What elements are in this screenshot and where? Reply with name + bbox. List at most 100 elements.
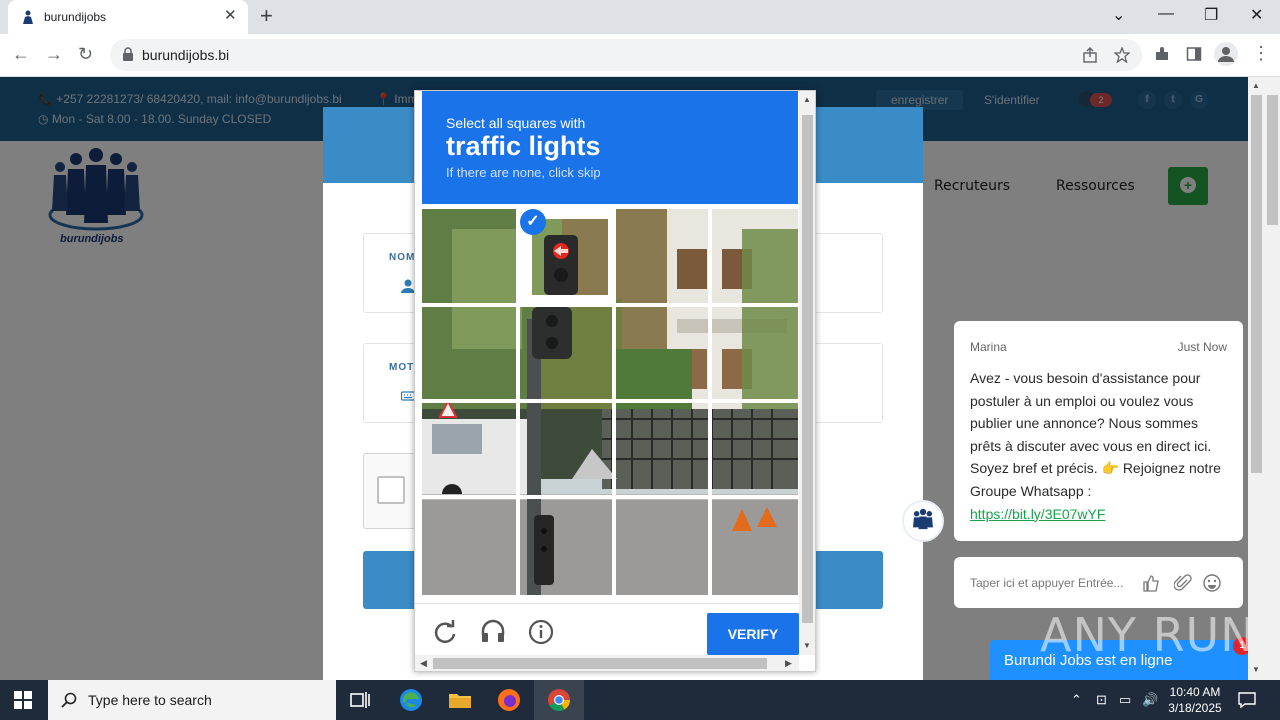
chrome-icon	[548, 689, 570, 711]
traffic-light-image	[532, 219, 608, 295]
reload-icon[interactable]: ↻	[78, 44, 93, 65]
file-explorer-icon[interactable]	[446, 686, 474, 714]
back-icon[interactable]: ←	[12, 44, 30, 65]
system-clock[interactable]: 10:40 AM 3/18/2025	[1160, 684, 1230, 716]
side-panel-icon[interactable]	[1186, 46, 1202, 62]
chat-message-bubble: Marina Just Now Avez - vous besoin d'ass…	[954, 321, 1243, 541]
captcha-tile-3[interactable]	[616, 209, 708, 303]
captcha-tile-14[interactable]	[520, 499, 612, 593]
clock-time: 10:40 AM	[1169, 685, 1221, 699]
search-icon	[61, 692, 77, 708]
edge-browser-icon[interactable]	[397, 686, 425, 714]
keyboard-icon	[401, 391, 415, 401]
name-field-label: NOM	[389, 252, 416, 263]
captcha-tile-7[interactable]	[616, 307, 708, 401]
chat-agent-avatar	[902, 500, 944, 542]
chat-input-box[interactable]: Taper ici et appuyer Entrée...	[954, 557, 1243, 608]
thumbs-up-icon[interactable]	[1142, 574, 1160, 592]
firefox-icon[interactable]	[495, 686, 523, 714]
minimize-icon[interactable]: —	[1158, 5, 1174, 23]
chat-input-placeholder: Taper ici et appuyer Entrée...	[970, 576, 1124, 590]
scroll-up-icon[interactable]: ▲	[1252, 81, 1260, 90]
captcha-tile-4[interactable]	[712, 209, 798, 303]
captcha-horizontal-scrollbar[interactable]: ◀ ▶	[415, 655, 799, 671]
reload-challenge-icon[interactable]	[432, 619, 458, 645]
captcha-footer: VERIFY	[415, 603, 799, 655]
close-window-icon[interactable]: ✕	[1250, 5, 1263, 25]
captcha-image-grid: ✓	[422, 209, 798, 595]
captcha-tile-10[interactable]	[520, 403, 612, 497]
network-icon[interactable]: ▭	[1119, 692, 1131, 708]
extensions-icon[interactable]	[1154, 46, 1170, 62]
recaptcha-checkbox[interactable]	[377, 476, 405, 504]
scrollbar-thumb[interactable]	[802, 115, 813, 623]
anyrun-watermark: ANY RUN	[1040, 608, 1256, 662]
captcha-tile-8[interactable]	[712, 307, 798, 401]
audio-challenge-icon[interactable]	[480, 619, 506, 645]
tab-close-icon[interactable]: ✕	[224, 8, 237, 24]
captcha-vertical-scrollbar[interactable]: ▲ ▼	[799, 91, 815, 655]
verify-button[interactable]: VERIFY	[707, 613, 799, 655]
notifications-icon[interactable]	[1238, 691, 1256, 709]
browser-tab[interactable]: burundijobs ✕	[8, 0, 248, 34]
tile-selected-check-icon: ✓	[520, 209, 546, 235]
scroll-down-icon[interactable]: ▼	[803, 641, 811, 650]
tray-overflow-icon[interactable]: ⌃	[1071, 692, 1082, 708]
scroll-up-icon[interactable]: ▲	[803, 95, 811, 104]
info-icon[interactable]	[528, 619, 554, 645]
forward-icon[interactable]: →	[45, 44, 63, 65]
bookmark-star-icon[interactable]	[1114, 47, 1130, 63]
attachment-icon[interactable]	[1174, 574, 1192, 592]
restore-icon[interactable]: ❐	[1204, 5, 1218, 25]
captcha-tile-13[interactable]	[422, 499, 514, 593]
scroll-right-icon[interactable]: ▶	[785, 658, 792, 669]
profile-avatar-icon[interactable]	[1214, 42, 1238, 66]
chrome-taskbar-button[interactable]	[534, 680, 584, 720]
usb-icon[interactable]: ⊡	[1096, 692, 1107, 708]
page-scrollbar[interactable]: ▲ ▼	[1248, 77, 1265, 680]
captcha-instructions: Select all squares with traffic lights I…	[422, 91, 798, 204]
address-bar[interactable]: burundijobs.bi	[110, 39, 1142, 71]
captcha-tile-9[interactable]	[422, 403, 514, 497]
scrollbar-thumb[interactable]	[1251, 95, 1262, 473]
scrollbar-thumb[interactable]	[433, 658, 767, 669]
page-outer-scrollbar[interactable]	[1265, 77, 1280, 680]
browser-toolbar: ← → ↻ burundijobs.bi ⋮	[0, 34, 1280, 77]
windows-start-icon[interactable]	[14, 691, 32, 709]
captcha-tile-5[interactable]	[422, 307, 514, 401]
captcha-challenge-dialog: Select all squares with traffic lights I…	[414, 90, 816, 672]
chat-whatsapp-link[interactable]: https://bit.ly/3E07wYF	[970, 506, 1105, 522]
taskbar-search-box[interactable]: Type here to search	[48, 680, 336, 720]
tab-title: burundijobs	[44, 10, 107, 24]
chat-message-body: Avez - vous besoin d'assistance pour pos…	[970, 367, 1232, 525]
captcha-tile-11[interactable]	[616, 403, 708, 497]
new-tab-button[interactable]: +	[260, 5, 273, 27]
scroll-down-icon[interactable]: ▼	[1252, 665, 1260, 674]
site-favicon-icon	[23, 10, 33, 24]
captcha-instruction-text: Select all squares with	[446, 115, 586, 131]
captcha-tile-15[interactable]	[616, 499, 708, 593]
captcha-tile-1[interactable]	[422, 209, 514, 303]
scrollbar-thumb[interactable]	[1267, 95, 1278, 225]
share-icon[interactable]	[1082, 47, 1098, 63]
captcha-tile-6[interactable]	[520, 307, 612, 401]
lock-icon	[123, 47, 133, 61]
menu-kebab-icon[interactable]: ⋮	[1252, 43, 1270, 64]
captcha-tile-12[interactable]	[712, 403, 798, 497]
volume-icon[interactable]: 🔊	[1142, 692, 1158, 708]
password-field-label: MOT	[389, 362, 415, 373]
chat-timestamp: Just Now	[1177, 340, 1227, 354]
task-view-icon[interactable]	[346, 686, 374, 714]
scroll-left-icon[interactable]: ◀	[420, 658, 427, 669]
url-text: burundijobs.bi	[142, 47, 230, 63]
chat-agent-name: Marina	[970, 340, 1007, 354]
browser-tab-strip: burundijobs ✕ + ⌄ — ❐ ✕	[0, 0, 1280, 34]
clock-date: 3/18/2025	[1168, 701, 1222, 715]
windows-taskbar: Type here to search ⌃ ⊡ ▭ 🔊 10:40 AM 3/1…	[0, 680, 1280, 720]
selected-tile-image	[532, 219, 608, 295]
emoji-icon[interactable]	[1203, 574, 1221, 592]
chat-message-text: Avez - vous besoin d'assistance pour pos…	[970, 370, 1221, 499]
captcha-tile-16[interactable]	[712, 499, 798, 593]
tab-search-icon[interactable]: ⌄	[1112, 5, 1125, 25]
captcha-hint-text: If there are none, click skip	[446, 165, 601, 180]
